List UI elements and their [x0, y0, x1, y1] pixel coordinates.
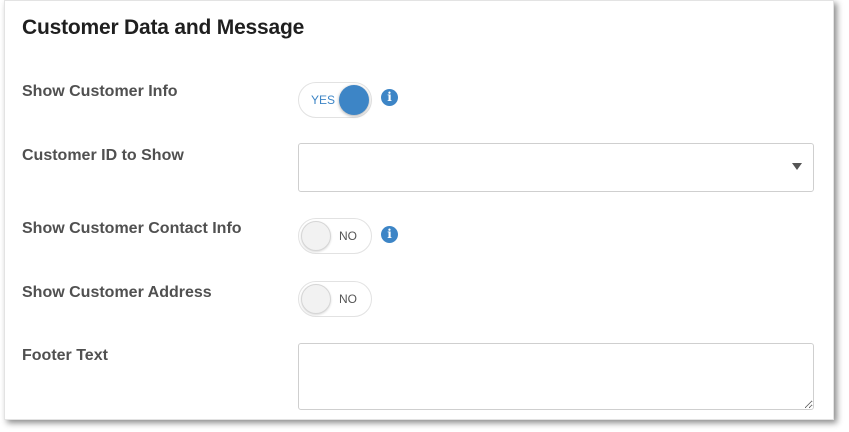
- toggle-state-text: NO: [339, 229, 357, 243]
- show-customer-info-toggle[interactable]: YES: [298, 82, 372, 118]
- section-title: Customer Data and Message: [22, 16, 305, 39]
- customer-id-select[interactable]: [298, 143, 814, 192]
- footer-text-label: Footer Text: [22, 347, 108, 364]
- caret-down-icon: [792, 163, 802, 170]
- show-address-toggle[interactable]: NO: [298, 281, 372, 317]
- show-contact-info-label: Show Customer Contact Info: [22, 220, 242, 237]
- info-icon[interactable]: i: [381, 226, 398, 243]
- toggle-state-text: YES: [311, 93, 336, 107]
- show-address-label: Show Customer Address: [22, 284, 212, 301]
- footer-text-input[interactable]: [298, 343, 814, 410]
- show-customer-info-label: Show Customer Info: [22, 83, 178, 100]
- customer-id-label: Customer ID to Show: [22, 147, 184, 164]
- toggle-knob: [301, 284, 331, 314]
- toggle-knob: [339, 85, 369, 115]
- show-contact-info-toggle[interactable]: NO: [298, 218, 372, 254]
- toggle-state-text: NO: [339, 292, 357, 306]
- toggle-knob: [301, 221, 331, 251]
- info-icon[interactable]: i: [381, 89, 398, 106]
- customer-data-panel: Customer Data and Message Show Customer …: [4, 0, 834, 420]
